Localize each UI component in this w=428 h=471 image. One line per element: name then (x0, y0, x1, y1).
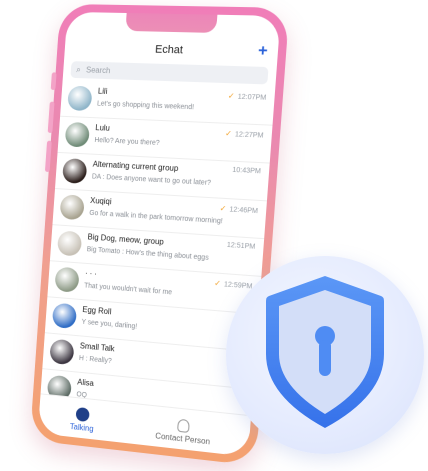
chat-meta: ✓ 12:27PM (225, 129, 264, 140)
talking-tab-icon (75, 406, 90, 423)
promo-canvas: 2:29 Echat + ⌕ Search Lili Let's go shopp… (0, 0, 428, 471)
avatar (51, 302, 78, 330)
search-icon: ⌕ (75, 64, 82, 75)
chat-last-message: H : Really? (78, 355, 112, 366)
chat-time: 12:51PM (226, 241, 256, 251)
shield-keyhole-icon (266, 276, 384, 428)
chat-name: Xuqiqi (89, 196, 112, 207)
status-icons (219, 21, 264, 31)
avatar (62, 158, 88, 184)
avatar (64, 121, 90, 148)
chat-meta: ✓ 12:46PM (219, 204, 258, 215)
chat-time: 10:43PM (232, 166, 262, 176)
read-check-icon: ✓ (219, 203, 227, 214)
status-bar: 2:29 (66, 12, 281, 39)
chat-name: Alisa (77, 377, 95, 388)
chat-name: Lili (97, 86, 108, 96)
tab-talking[interactable]: Talking (53, 405, 112, 436)
chat-time: 12:27PM (234, 131, 264, 140)
status-time: 2:29 (85, 17, 106, 29)
chat-meta: 12:51PM (227, 242, 256, 251)
chat-last-message: Go for a walk in the park tomorrow morni… (89, 209, 223, 226)
read-check-icon: ✓ (227, 91, 236, 101)
avatar (49, 338, 75, 366)
chat-time: 12:07PM (237, 93, 267, 102)
chat-time: 12:46PM (229, 206, 259, 216)
avatar (67, 85, 93, 112)
tab-contact-person[interactable]: Contact Person (143, 415, 224, 448)
read-check-icon: ✓ (224, 128, 233, 139)
add-chat-button[interactable]: + (257, 42, 268, 61)
tab-talking-label: Talking (69, 422, 94, 434)
app-title: Echat (154, 43, 184, 57)
chat-name: Big Dog, meow, group (87, 232, 165, 247)
chat-name: · · · (84, 268, 98, 279)
avatar (56, 230, 83, 257)
avatar (54, 266, 80, 293)
chat-meta: ✓ 12:07PM (228, 91, 267, 102)
signal-icon (219, 21, 232, 30)
chat-name: Small Talk (79, 341, 115, 354)
security-badge (226, 256, 424, 454)
chat-last-message: Big Tomato : How's the thing about eggs (86, 246, 209, 262)
chat-last-message: Let's go shopping this weekend! (96, 100, 195, 112)
tab-contact-person-label: Contact Person (155, 431, 211, 447)
wifi-icon (235, 22, 245, 30)
chat-last-message: DA : Does anyone want to go out later? (91, 173, 212, 187)
battery-icon (247, 21, 264, 31)
chat-last-message: Y see you, darling! (81, 318, 138, 331)
chat-name: Egg Roll (82, 305, 112, 317)
chat-last-message: Hello? Are you there? (94, 136, 160, 147)
search-placeholder: Search (85, 65, 111, 76)
avatar (59, 194, 85, 221)
contact-person-icon (177, 418, 190, 433)
read-check-icon: ✓ (213, 278, 222, 289)
chat-last-message: That you wouldn't wait for me (83, 282, 173, 297)
chat-meta: 10:43PM (232, 167, 261, 176)
chat-name: Alternating current group (92, 159, 179, 174)
chat-name: Lulu (95, 123, 111, 133)
